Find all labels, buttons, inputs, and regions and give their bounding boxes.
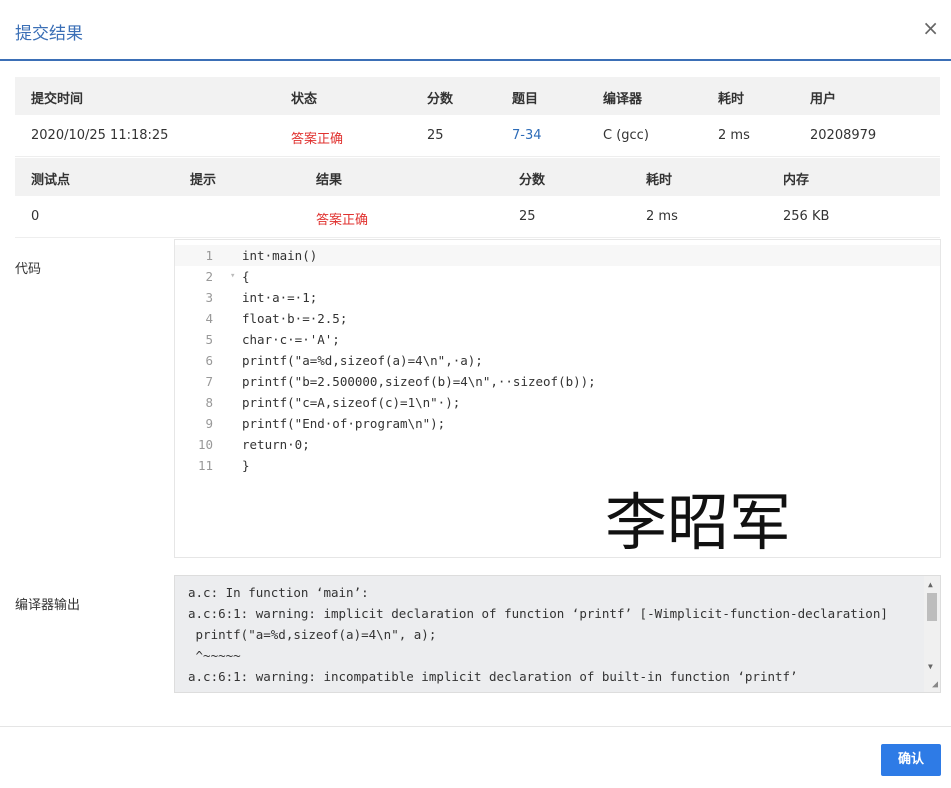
col-submit-time: 提交时间 (31, 92, 84, 107)
code-line: 4 float·b·=·2.5; (175, 308, 940, 329)
code-text: printf("End·of·program\n"); (242, 416, 446, 431)
submit-time: 2020/10/25 11:18:25 (31, 128, 169, 143)
scroll-up-icon[interactable]: ▲ (928, 580, 933, 589)
dialog-title: 提交结果 (15, 24, 83, 44)
code-text: printf("c=A,sizeof(c)=1\n"·); (242, 395, 461, 410)
status-value: 答案正确 (291, 132, 344, 147)
col-tc-score: 分数 (519, 173, 546, 188)
col-score: 分数 (427, 92, 454, 107)
line-number: 4 (205, 311, 213, 326)
confirm-button[interactable]: 确认 (881, 744, 941, 776)
code-line: 5 char·c·=·'A'; (175, 329, 940, 350)
code-text: int·a·=·1; (242, 290, 318, 305)
line-number: 10 (197, 437, 213, 452)
compiler-output-textarea[interactable]: a.c:6:1: warning: incompatible implicit … (174, 575, 941, 693)
submission-row: 2020/10/25 11:18:25 答案正确 25 7-34 C (gcc)… (15, 115, 940, 157)
output-scrollbar[interactable]: ▲ ▼ (924, 576, 940, 692)
submission-table-header: 提交时间 状态 分数 题目 编译器 耗时 用户 (15, 77, 940, 115)
col-testcase: 测试点 (31, 173, 71, 188)
output-line: a.c:6:1: warning: incompatible implicit … (188, 669, 798, 684)
code-editor[interactable]: 1 int·main() 2 ▾ {3 int·a·=·1; 4 float·b·=·2.5;… (174, 239, 941, 558)
line-number: 8 (205, 395, 213, 410)
line-number: 9 (205, 416, 213, 431)
testcase-elapsed: 2 ms (646, 209, 678, 224)
line-number: 6 (205, 353, 213, 368)
code-text: float·b·=·2.5; (242, 311, 348, 326)
line-number: 5 (205, 332, 213, 347)
code-text: int·main() (242, 248, 318, 263)
col-tc-time: 耗时 (646, 173, 673, 188)
col-status: 状态 (291, 92, 318, 107)
code-line: 1 int·main() (175, 245, 940, 266)
testcase-row: 0 答案正确 25 2 ms 256 KB (15, 196, 940, 238)
resize-grip-icon[interactable]: ◢ (932, 679, 938, 690)
testcase-score: 25 (519, 209, 536, 224)
code-text: { (242, 269, 250, 284)
code-line: 6 printf("a=%d,sizeof(a)=4\n",·a); (175, 350, 940, 371)
elapsed-value: 2 ms (718, 128, 750, 143)
code-line: 3 int·a·=·1; (175, 287, 940, 308)
code-text: char·c·=·'A'; (242, 332, 340, 347)
line-number: 3 (205, 290, 213, 305)
col-user: 用户 (810, 92, 837, 107)
scroll-down-icon[interactable]: ▼ (928, 662, 933, 671)
score-value: 25 (427, 128, 444, 143)
output-line: printf("a=%d,sizeof(a)=4\n", a); (188, 627, 437, 642)
col-memory: 内存 (783, 173, 810, 188)
scroll-thumb[interactable] (927, 593, 937, 621)
compiler-output-label: 编译器输出 (15, 598, 81, 613)
dialog-header: 提交结果 × (0, 0, 951, 61)
close-icon[interactable]: × (922, 17, 939, 39)
testcase-id: 0 (31, 209, 40, 224)
col-compiler: 编译器 (603, 92, 643, 107)
testcase-memory: 256 KB (783, 209, 830, 224)
col-result: 结果 (316, 173, 343, 188)
code-text: printf("a=%d,sizeof(a)=4\n",·a); (242, 353, 483, 368)
code-line: 2 ▾ { (175, 266, 940, 287)
col-time-cost: 耗时 (718, 92, 745, 107)
line-number: 2 (205, 269, 213, 284)
problem-link[interactable]: 7-34 (512, 128, 542, 143)
col-problem: 题目 (512, 92, 539, 107)
user-value: 20208979 (810, 128, 877, 143)
signature-text: 李昭军 (605, 486, 792, 559)
compiler-value: C (gcc) (603, 128, 649, 143)
code-line: 11} (175, 455, 940, 476)
code-text: } (242, 458, 250, 473)
code-line: 9 printf("End·of·program\n"); (175, 413, 940, 434)
code-line: 7 printf("b=2.500000,sizeof(b)=4\n",··siz… (175, 371, 940, 392)
output-line: ^~~~~~ (188, 648, 241, 663)
testcase-result: 答案正确 (316, 213, 369, 228)
code-label: 代码 (15, 262, 42, 277)
line-number: 1 (205, 248, 213, 263)
code-line: 10 return·0; (175, 434, 940, 455)
fold-icon[interactable]: ▾ (230, 266, 235, 287)
col-hint: 提示 (190, 173, 217, 188)
line-number: 11 (197, 458, 213, 473)
dialog-footer: 确认 (0, 726, 951, 788)
line-number: 7 (205, 374, 213, 389)
code-text: return·0; (242, 437, 310, 452)
testcase-table-header: 测试点 提示 结果 分数 耗时 内存 (15, 158, 940, 196)
output-line: a.c:6:1: warning: implicit declaration o… (188, 606, 888, 621)
code-text: printf("b=2.500000,sizeof(b)=4\n",··size… (242, 374, 596, 389)
code-line: 8 printf("c=A,sizeof(c)=1\n"·); (175, 392, 940, 413)
output-line: a.c: In function ‘main’: (188, 585, 369, 600)
